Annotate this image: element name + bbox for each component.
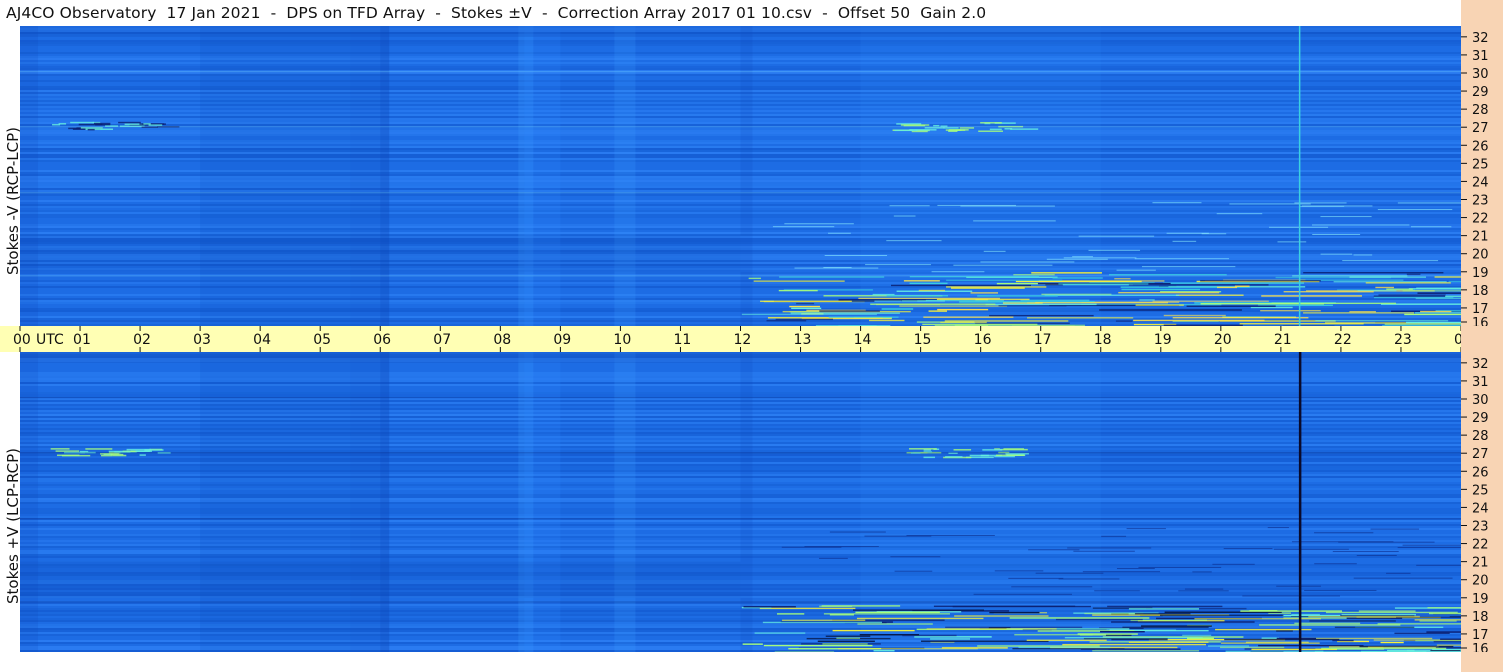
frequency-axis-top: 32 31 30 29 28 27 26 25 24 23 22 21 20 19 18 1716 [1461,26,1503,326]
frequency-tick-label: 31 [1472,375,1489,390]
spectrogram-bottom [20,352,1461,652]
time-tick-label: 10 [613,332,631,348]
time-tick-label: 20 [1214,332,1232,348]
time-tick-label: 14 [854,332,872,348]
frequency-tick-label: 22 [1472,538,1489,553]
frequency-tick-label: 23 [1472,519,1489,534]
ylabel-bottom: Stokes +V (LCP-RCP) [4,448,22,604]
frequency-tick-label: 27 [1472,447,1489,462]
frequency-tick-label: 20 [1472,574,1489,589]
spectrogram-top [20,26,1461,326]
time-tick-label: 03 [193,332,211,348]
frequency-tick-label: 25 [1472,483,1489,498]
time-tick-label: 08 [493,332,511,348]
frequency-tick-label: 30 [1472,393,1489,408]
frequency-tick-label: 21 [1472,230,1489,245]
frequency-tick-label: 21 [1472,556,1489,571]
time-tick-label: 06 [373,332,391,348]
time-tick-label: 11 [673,332,691,348]
time-tick-label: 23 [1394,332,1412,348]
frequency-tick-label: 27 [1472,121,1489,136]
time-tick-label: 00 [13,332,31,348]
frequency-tick-label: 24 [1472,175,1489,190]
frequency-tick-label: 31 [1472,49,1489,64]
frequency-tick-label: 28 [1472,429,1489,444]
frequency-tick-label: 18 [1472,284,1489,299]
time-tick-label: 12 [734,332,752,348]
frequency-axis-bottom: 32 31 30 29 28 27 26 25 24 23 22 21 20 19 18 1716 [1461,352,1503,652]
ylabel-top: Stokes -V (RCP-LCP) [4,127,22,275]
frequency-tick-label: 16 [1472,642,1489,652]
time-tick-label: 07 [433,332,451,348]
frequency-tick-label: 20 [1472,248,1489,263]
time-tick-label: 00 [1454,332,1461,348]
time-tick-label: 17 [1034,332,1052,348]
frequency-tick-label: 29 [1472,411,1489,426]
time-tick-label: 21 [1274,332,1292,348]
frequency-tick-label: 24 [1472,501,1489,516]
time-axis: 00 01 02 03 04 05 06 07 08 09 10 11 12 13 14 15 16 17 18 19… [0,326,1461,352]
frequency-tick-label: 26 [1472,465,1489,480]
time-marker-line [1298,352,1302,652]
frequency-tick-label: 28 [1472,103,1489,118]
utc-label: UTC [36,332,64,348]
page-title: AJ4CO Observatory 17 Jan 2021 - DPS on T… [6,4,987,22]
frequency-tick-label: 30 [1472,67,1489,82]
frequency-tick-label: 17 [1472,628,1489,643]
frequency-tick-label: 29 [1472,85,1489,100]
time-tick-label: 02 [133,332,151,348]
frequency-tick-label: 32 [1472,31,1489,46]
time-tick-label: 04 [253,332,271,348]
time-tick-label: 16 [974,332,992,348]
frequency-tick-label: 17 [1472,302,1489,317]
frequency-tick-label: 18 [1472,610,1489,625]
time-tick-label: 05 [313,332,331,348]
time-tick-label: 19 [1154,332,1172,348]
frequency-tick-label: 26 [1472,139,1489,154]
time-tick-label: 09 [553,332,571,348]
time-axis-background [0,326,1461,352]
frequency-tick-label: 19 [1472,592,1489,607]
frequency-tick-label: 16 [1472,316,1489,326]
frequency-tick-label: 32 [1472,357,1489,372]
time-marker-line [1298,26,1301,326]
time-tick-label: 18 [1094,332,1112,348]
frequency-tick-label: 23 [1472,193,1489,208]
time-tick-label: 01 [73,332,91,348]
frequency-tick-label: 19 [1472,266,1489,281]
frequency-tick-label: 25 [1472,157,1489,172]
time-tick-label: 22 [1334,332,1352,348]
time-tick-label: 13 [794,332,812,348]
time-tick-label: 15 [914,332,932,348]
frequency-tick-label: 22 [1472,212,1489,227]
